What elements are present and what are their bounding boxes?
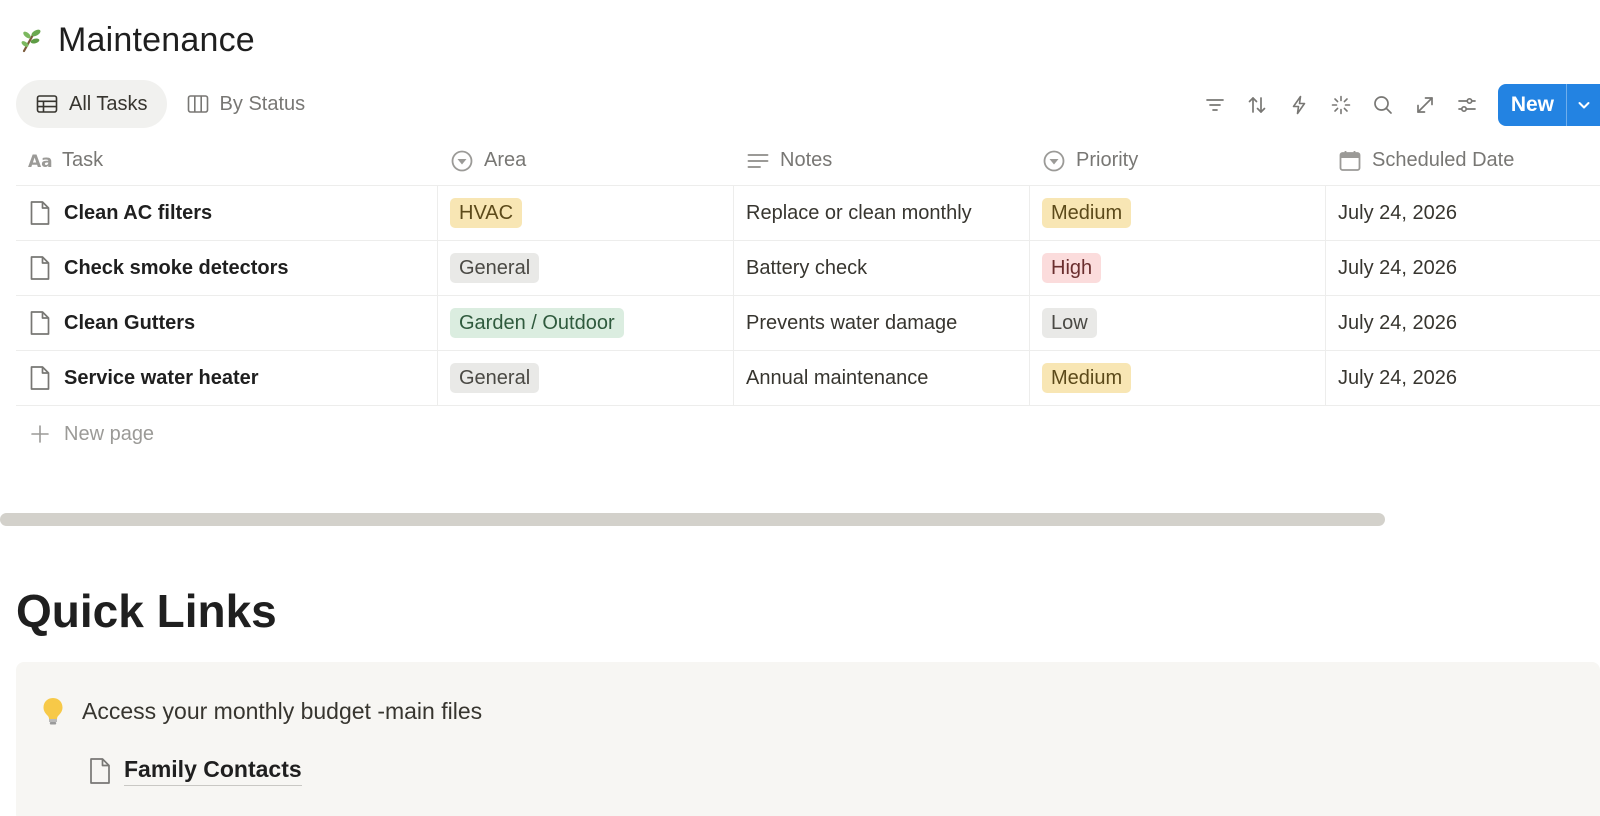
page-link-family-contacts[interactable]: Family Contacts xyxy=(88,756,302,786)
table-row[interactable]: Clean AC filters HVAC Replace or clean mon… xyxy=(16,186,1600,241)
area-cell[interactable]: Garden / Outdoor xyxy=(438,296,734,350)
settings-sliders-icon[interactable] xyxy=(1446,85,1488,125)
notes-text: Replace or clean monthly xyxy=(746,201,972,224)
task-cell[interactable]: Clean Gutters xyxy=(16,296,438,350)
callout-text: Access your monthly budget -main files xyxy=(82,697,483,724)
text-lines-icon xyxy=(747,153,769,168)
column-header-area[interactable]: Area xyxy=(438,136,734,185)
area-cell[interactable]: HVAC xyxy=(438,186,734,240)
notes-text: Annual maintenance xyxy=(746,366,929,389)
filter-icon[interactable] xyxy=(1194,85,1236,125)
priority-cell[interactable]: Medium xyxy=(1030,186,1326,240)
lightbulb-icon[interactable] xyxy=(40,696,66,726)
tasks-table: Aa Task Area Notes Priority Scheduled Da… xyxy=(16,136,1600,462)
automation-bolt-icon[interactable] xyxy=(1278,85,1320,125)
task-name: Clean AC filters xyxy=(64,201,213,224)
date-text: July 24, 2026 xyxy=(1338,311,1457,334)
column-header-scheduled-date[interactable]: Scheduled Date xyxy=(1326,136,1600,185)
page-icon xyxy=(30,366,50,390)
priority-cell[interactable]: Medium xyxy=(1030,351,1326,405)
tab-label: All Tasks xyxy=(69,92,148,115)
sort-icon[interactable] xyxy=(1236,85,1278,125)
table-row[interactable]: Clean Gutters Garden / Outdoor Prevents wa… xyxy=(16,296,1600,351)
page-icon xyxy=(30,256,50,280)
chevron-down-icon[interactable] xyxy=(1566,84,1600,126)
database-toolbar: New xyxy=(1194,84,1600,126)
page-icon xyxy=(30,311,50,335)
leaf-branch-icon[interactable] xyxy=(16,25,46,55)
priority-tag: Medium xyxy=(1042,198,1132,228)
scheduled-date-cell[interactable]: July 24, 2026 xyxy=(1326,351,1600,405)
column-header-notes[interactable]: Notes xyxy=(734,136,1030,185)
column-header-priority[interactable]: Priority xyxy=(1030,136,1326,185)
area-tag: General xyxy=(450,253,540,283)
board-icon xyxy=(187,95,208,113)
plus-icon xyxy=(31,425,49,443)
tab-all-tasks[interactable]: All Tasks xyxy=(16,80,167,128)
notes-cell[interactable]: Prevents water damage xyxy=(734,296,1030,350)
date-text: July 24, 2026 xyxy=(1338,201,1457,224)
date-text: July 24, 2026 xyxy=(1338,256,1457,279)
notes-text: Battery check xyxy=(746,256,868,279)
new-page-button[interactable]: New page xyxy=(16,406,1600,462)
table-header: Aa Task Area Notes Priority Scheduled Da… xyxy=(16,136,1600,186)
table-icon xyxy=(36,95,58,113)
notes-cell[interactable]: Annual maintenance xyxy=(734,351,1030,405)
task-cell[interactable]: Service water heater xyxy=(16,351,438,405)
priority-tag: Low xyxy=(1042,308,1097,338)
scheduled-date-cell[interactable]: July 24, 2026 xyxy=(1326,241,1600,295)
area-tag: General xyxy=(450,363,540,393)
priority-tag: Medium xyxy=(1042,363,1132,393)
notes-cell[interactable]: Battery check xyxy=(734,241,1030,295)
callout-block: Access your monthly budget -main files F… xyxy=(16,662,1600,816)
task-cell[interactable]: Clean AC filters xyxy=(16,186,438,240)
svg-text:Aa: Aa xyxy=(28,152,52,172)
expand-icon[interactable] xyxy=(1404,85,1446,125)
task-name: Check smoke detectors xyxy=(64,256,289,279)
callout-line: Access your monthly budget -main files xyxy=(40,696,482,726)
task-cell[interactable]: Check smoke detectors xyxy=(16,241,438,295)
task-name: Clean Gutters xyxy=(64,311,196,334)
table-body: Clean AC filters HVAC Replace or clean mon… xyxy=(16,186,1600,406)
notes-cell[interactable]: Replace or clean monthly xyxy=(734,186,1030,240)
page-header: Maintenance xyxy=(16,16,255,64)
area-tag: Garden / Outdoor xyxy=(450,308,624,338)
priority-cell[interactable]: Low xyxy=(1030,296,1326,350)
page-link-label: Family Contacts xyxy=(124,756,302,786)
priority-cell[interactable]: High xyxy=(1030,241,1326,295)
priority-tag: High xyxy=(1042,253,1102,283)
horizontal-scrollbar[interactable] xyxy=(0,513,1385,526)
column-header-task[interactable]: Aa Task xyxy=(16,136,438,185)
task-name: Service water heater xyxy=(64,366,259,389)
calendar-icon xyxy=(1339,150,1361,171)
area-cell[interactable]: General xyxy=(438,241,734,295)
tab-by-status[interactable]: By Status xyxy=(167,80,325,128)
page-title: Maintenance xyxy=(58,20,255,59)
new-button[interactable]: New xyxy=(1497,84,1600,126)
area-tag: HVAC xyxy=(450,198,523,228)
scheduled-date-cell[interactable]: July 24, 2026 xyxy=(1326,186,1600,240)
page-icon xyxy=(90,758,110,784)
area-cell[interactable]: General xyxy=(438,351,734,405)
text-aa-icon: Aa xyxy=(28,152,52,172)
table-row[interactable]: Service water heater General Annual mainte… xyxy=(16,351,1600,406)
search-icon[interactable] xyxy=(1362,85,1404,125)
quick-links-heading: Quick Links xyxy=(16,585,277,637)
new-button-label: New xyxy=(1510,93,1554,116)
select-circle-icon xyxy=(451,150,473,171)
sparkle-ai-icon[interactable] xyxy=(1320,85,1362,125)
select-circle-icon xyxy=(1043,150,1065,171)
table-row[interactable]: Check smoke detectors General Battery chec… xyxy=(16,241,1600,296)
scheduled-date-cell[interactable]: July 24, 2026 xyxy=(1326,296,1600,350)
date-text: July 24, 2026 xyxy=(1338,366,1457,389)
notes-text: Prevents water damage xyxy=(746,311,958,334)
tab-label: By Status xyxy=(219,92,306,115)
page-icon xyxy=(30,201,50,225)
